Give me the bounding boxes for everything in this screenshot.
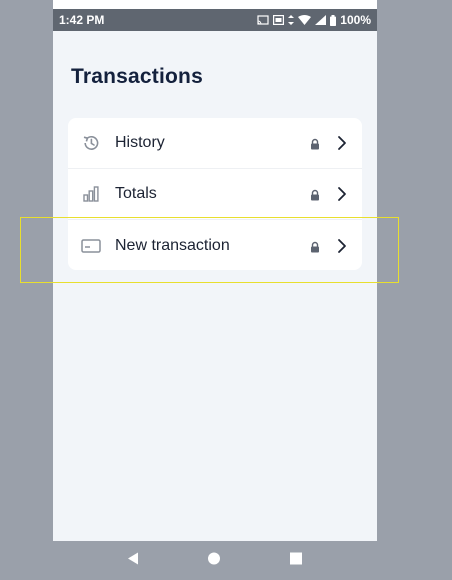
menu-item-label: History bbox=[115, 134, 165, 151]
status-bar: 1:42 PM 100% bbox=[53, 9, 377, 31]
menu-card: History Totals New transaction bbox=[68, 118, 362, 270]
lock-icon bbox=[309, 188, 321, 201]
recents-icon[interactable] bbox=[289, 551, 303, 570]
home-icon[interactable] bbox=[207, 551, 221, 570]
battery-percent: 100% bbox=[340, 13, 371, 27]
credit-card-icon bbox=[81, 236, 101, 256]
chevron-right-icon bbox=[336, 186, 348, 202]
bar-chart-icon bbox=[81, 184, 101, 204]
back-icon[interactable] bbox=[126, 551, 140, 570]
data-arrows-icon bbox=[288, 15, 295, 25]
lock-icon bbox=[309, 240, 321, 252]
chevron-right-icon bbox=[336, 238, 348, 254]
page-title: Transactions bbox=[71, 65, 203, 88]
status-time: 1:42 PM bbox=[59, 13, 105, 27]
phone-screen: 1:42 PM 100% Transactions History Totals… bbox=[53, 0, 377, 580]
status-icons: 100% bbox=[257, 13, 371, 27]
menu-item-label: New transaction bbox=[115, 236, 230, 254]
wifi-icon bbox=[298, 15, 312, 25]
signal-icon bbox=[315, 15, 327, 25]
menu-item-history[interactable]: History bbox=[68, 118, 362, 169]
menu-item-label: Totals bbox=[115, 185, 157, 202]
navigation-bar bbox=[53, 541, 377, 580]
menu-item-totals[interactable]: Totals bbox=[68, 169, 362, 220]
menu-item-new-transaction[interactable]: New transaction bbox=[68, 220, 362, 270]
history-icon bbox=[81, 133, 101, 153]
lock-icon bbox=[309, 137, 321, 150]
image-icon bbox=[273, 15, 285, 25]
top-strip bbox=[53, 0, 377, 9]
chevron-right-icon bbox=[336, 135, 348, 151]
cast-icon bbox=[257, 15, 269, 25]
battery-icon bbox=[330, 14, 337, 26]
